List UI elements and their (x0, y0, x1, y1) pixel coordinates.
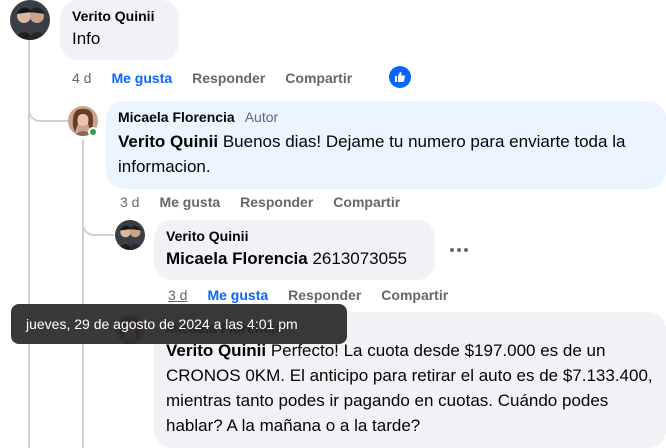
more-options-button[interactable] (444, 235, 474, 265)
comment-author[interactable]: Verito Quinii (72, 8, 167, 24)
share-button[interactable]: Compartir (381, 287, 448, 303)
thumbs-up-icon[interactable] (389, 66, 411, 88)
comment-bubble-1: Verito Quinii Info (60, 0, 179, 60)
like-button[interactable]: Me gusta (207, 287, 268, 303)
comment-author[interactable]: Micaela Florencia (118, 109, 235, 125)
comment-text: Info (72, 29, 101, 48)
reply-button[interactable]: Responder (288, 287, 361, 303)
comment-text: Verito Quinii Buenos dias! Dejame tu num… (118, 129, 654, 179)
thread-connector-2 (82, 210, 114, 236)
comment-author[interactable]: Verito Quinii (166, 228, 423, 244)
thread-connector-1 (28, 92, 68, 122)
share-button[interactable]: Compartir (285, 70, 352, 86)
mention-link[interactable]: Verito Quinii (118, 132, 218, 151)
mention-link[interactable]: Micaela Florencia (166, 249, 308, 268)
avatar-verito[interactable] (10, 0, 50, 40)
like-button[interactable]: Me gusta (159, 194, 220, 210)
comment-actions-3: 3 d Me gusta Responder Compartir (168, 285, 468, 305)
tooltip-text: jueves, 29 de agosto de 2024 a las 4:01 … (26, 316, 298, 332)
comment-time[interactable]: 3 d (168, 287, 187, 303)
avatar-verito[interactable] (115, 220, 145, 250)
comment-text: Micaela Florencia 2613073055 (166, 246, 423, 271)
timestamp-tooltip: jueves, 29 de agosto de 2024 a las 4:01 … (11, 304, 347, 344)
comment-actions-2: 3 d Me gusta Responder Compartir (120, 192, 420, 212)
comment-time[interactable]: 4 d (72, 70, 91, 86)
share-button[interactable]: Compartir (333, 194, 400, 210)
thread-line-reply (82, 140, 84, 448)
comment-bubble-3: Verito Quinii Micaela Florencia 26130730… (154, 220, 435, 280)
author-badge: Autor (244, 109, 279, 125)
like-button[interactable]: Me gusta (111, 70, 172, 86)
comment-time[interactable]: 3 d (120, 194, 139, 210)
reply-button[interactable]: Responder (240, 194, 313, 210)
comment-text: Verito Quinii Perfecto! La cuota desde $… (166, 338, 654, 438)
online-status-icon (88, 127, 98, 137)
comment-body: 2613073055 (307, 249, 408, 268)
comment-actions-1: 4 d Me gusta Responder Compartir (72, 68, 372, 88)
reply-button[interactable]: Responder (192, 70, 265, 86)
comment-bubble-2: Micaela Florencia Autor Verito Quinii Bue… (106, 101, 666, 189)
